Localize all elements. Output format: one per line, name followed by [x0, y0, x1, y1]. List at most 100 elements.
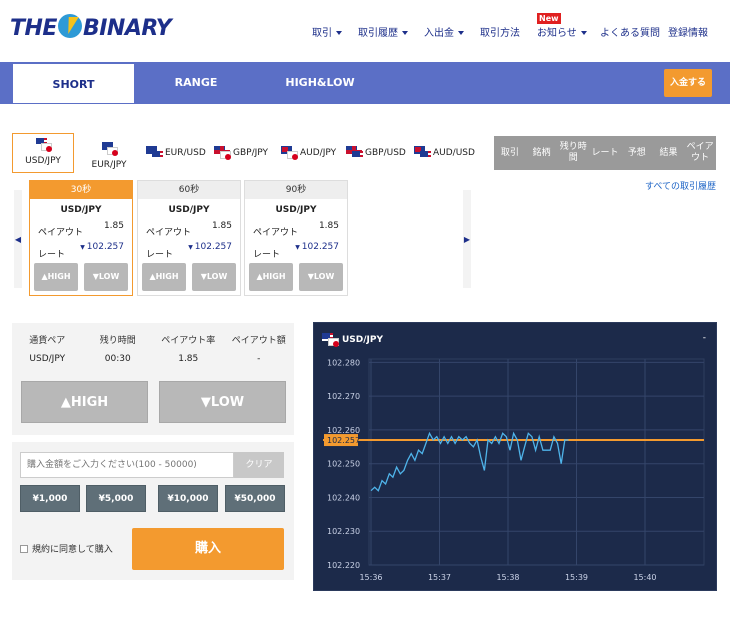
agree-checkbox[interactable] [20, 544, 28, 553]
card-duration: 30秒 [30, 181, 132, 199]
x-tick-label: 15:36 [359, 573, 382, 582]
card-low-button[interactable]: ▼LOW [192, 263, 236, 291]
amount-5000-button[interactable]: ¥5,000 [86, 485, 146, 512]
card-rate-value: 102.257 [188, 242, 232, 252]
cards-next-arrow[interactable]: ▶ [463, 190, 471, 288]
history-column-header: レート [591, 147, 619, 158]
card-low-button[interactable]: ▼LOW [299, 263, 343, 291]
trade-history-header: 取引 銘柄 残り時間 レート 予想 結果 ペイアウト [494, 136, 716, 170]
cards-prev-arrow[interactable]: ◀ [14, 190, 22, 288]
card-high-button[interactable]: ▲HIGH [34, 263, 78, 291]
caret-down-icon [458, 31, 464, 35]
logo-text-left: THE [10, 16, 57, 41]
tab-range[interactable]: RANGE [150, 62, 242, 104]
low-button-label: LOW [210, 395, 245, 410]
nav-item-label: 取引 [312, 28, 332, 39]
trade-summary-labels: 通貨ペア 残り時間 ペイアウト率 ペイアウト額 [12, 333, 294, 346]
deposit-button[interactable]: 入金する [664, 69, 712, 97]
pair-label: GBP/USD [365, 147, 406, 158]
up-arrow-icon: ▲ [60, 395, 71, 410]
nav-item[interactable]: よくある質問 [600, 24, 660, 39]
pair-eur-jpy[interactable]: EUR/JPY [78, 137, 140, 177]
card-duration: 90秒 [245, 181, 347, 199]
chart-minimize[interactable]: - [703, 333, 706, 343]
trade-summary-label: ペイアウト額 [231, 336, 286, 346]
history-column-header: 銘柄 [532, 147, 551, 158]
pair-label: EUR/USD [165, 147, 206, 158]
pair-flags-icon [346, 146, 363, 159]
card-pair: USD/JPY [60, 205, 102, 215]
nav-item-label: お知らせ [537, 28, 577, 39]
pair-aud-usd[interactable]: AUD/USD [414, 146, 475, 159]
y-tick-label: 102.220 [327, 561, 360, 570]
trade-summary-label: 通貨ペア [29, 336, 66, 346]
product-tabs: SHORT RANGE HIGH&LOW 入金する [0, 62, 730, 104]
top-bar: THE BINARY 取引 取引履歴 入出金 取引方法 お知らせ New よくある質問 登録情報 [0, 0, 730, 60]
pair-aud-jpy[interactable]: AUD/JPY [281, 146, 337, 160]
card-rate-value: 102.257 [295, 242, 339, 252]
pair-usd-jpy[interactable]: USD/JPY [12, 133, 74, 173]
trade-summary-panel: 通貨ペア 残り時間 ペイアウト率 ペイアウト額 USD/JPY 00:30 1.85 - ▲… [12, 323, 294, 435]
option-card[interactable]: 90秒 USD/JPY ペイアウト 1.85 レート 102.257 ▲HIGH▼LOW [244, 180, 348, 296]
logo-text-right: BINARY [82, 16, 172, 41]
purchase-panel: クリア ¥1,000 ¥5,000 ¥10,000 ¥50,000 規約に同意し… [12, 442, 294, 580]
nav-item[interactable]: 取引方法 [480, 24, 520, 39]
option-card[interactable]: 60秒 USD/JPY ペイアウト 1.85 レート 102.257 ▲HIGH▼LOW [137, 180, 241, 296]
all-history-link[interactable]: すべての取引履歴 [645, 179, 716, 192]
buy-button[interactable]: 購入 [132, 528, 284, 570]
card-pair: USD/JPY [275, 205, 317, 215]
pair-flags-icon [79, 142, 139, 160]
low-button[interactable]: ▼LOW [159, 381, 286, 423]
pair-label: EUR/JPY [91, 160, 127, 170]
y-tick-label: 102.270 [327, 392, 360, 401]
clear-button[interactable]: クリア [234, 452, 284, 478]
caret-down-icon [336, 31, 342, 35]
trade-summary-value: 1.85 [178, 354, 199, 364]
trade-summary-value: USD/JPY [29, 354, 66, 364]
card-high-button[interactable]: ▲HIGH [142, 263, 186, 291]
nav-item[interactable]: 登録情報 [668, 24, 708, 39]
pair-label: AUD/USD [433, 147, 475, 158]
agree-terms[interactable]: 規約に同意して購入 [20, 542, 113, 555]
lightning-icon [57, 14, 82, 38]
amount-1000-button[interactable]: ¥1,000 [20, 485, 80, 512]
trade-summary-label: 残り時間 [99, 336, 136, 346]
y-tick-label: 102.240 [327, 493, 360, 502]
nav-item[interactable]: 取引履歴 [358, 24, 408, 39]
high-button[interactable]: ▲HIGH [21, 381, 148, 423]
tab-high-low[interactable]: HIGH&LOW [272, 62, 368, 104]
y-tick-label: 102.230 [327, 527, 360, 536]
pair-gbp-jpy[interactable]: GBP/JPY [214, 146, 268, 160]
card-high-button[interactable]: ▲HIGH [249, 263, 293, 291]
card-low-label: LOW [98, 272, 120, 281]
amount-10000-button[interactable]: ¥10,000 [158, 485, 218, 512]
pair-label: USD/JPY [25, 156, 61, 166]
history-column-header: ペイアウト [686, 142, 714, 163]
card-low-label: LOW [206, 272, 228, 281]
pair-flags-icon [13, 138, 73, 156]
pair-eur-usd[interactable]: EUR/USD [146, 146, 206, 159]
rate-chart: 102.280 102.270 102.260 102.250 102.240 102.2… [313, 322, 717, 591]
nav-item[interactable]: お知らせ New [537, 13, 587, 39]
card-high-label: HIGH [47, 272, 71, 281]
down-arrow-icon: ▼ [200, 395, 211, 410]
option-card[interactable]: 30秒 USD/JPY ペイアウト 1.85 レート 102.257 ▲HIGH▼LOW [29, 180, 133, 296]
y-tick-label: 102.250 [327, 460, 360, 469]
pair-gbp-usd[interactable]: GBP/USD [346, 146, 406, 159]
new-badge: New [537, 13, 561, 24]
pair-label: AUD/JPY [300, 147, 337, 158]
nav-item[interactable]: 取引 [312, 24, 342, 39]
tab-short[interactable]: SHORT [12, 63, 135, 104]
card-rate-value: 102.257 [80, 242, 124, 252]
card-low-button[interactable]: ▼LOW [84, 263, 128, 291]
high-button-label: HIGH [70, 395, 109, 410]
card-payout-label: ペイアウト [38, 228, 84, 238]
x-tick-label: 15:39 [565, 573, 588, 582]
card-high-label: HIGH [155, 272, 179, 281]
amount-50000-button[interactable]: ¥50,000 [225, 485, 285, 512]
amount-input[interactable] [20, 452, 234, 478]
logo[interactable]: THE BINARY [10, 14, 172, 44]
history-column-header: 予想 [627, 147, 646, 158]
card-payout-label: ペイアウト [253, 228, 299, 238]
nav-item[interactable]: 入出金 [424, 24, 464, 39]
